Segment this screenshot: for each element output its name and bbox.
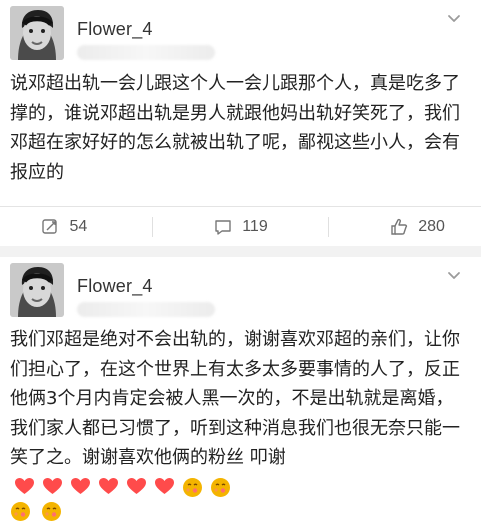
avatar[interactable]: [10, 263, 64, 317]
heart-icon: [70, 477, 91, 495]
heart-emoji-row: [14, 477, 231, 498]
kiss-face-icon: [182, 477, 203, 498]
like-button[interactable]: 280: [377, 217, 457, 237]
post-header: Flower_4: [10, 6, 471, 60]
username[interactable]: Flower_4: [77, 19, 153, 40]
kiss-face-icon: [210, 477, 231, 498]
chevron-down-icon[interactable]: [447, 269, 461, 283]
comment-count: 119: [242, 217, 268, 235]
chevron-down-icon[interactable]: [447, 12, 461, 26]
post-text: 我们邓超是绝对不会出轨的，谢谢喜欢邓超的亲们，让你们担心了，在这个世界上有太多太…: [10, 325, 469, 502]
username[interactable]: Flower_4: [77, 276, 153, 297]
blurred-meta: [77, 45, 215, 60]
kiss-emoji-row: [10, 501, 62, 522]
action-divider: [151, 216, 153, 237]
repost-icon: [40, 217, 60, 237]
kiss-face-icon: [10, 501, 31, 522]
avatar[interactable]: [10, 6, 64, 60]
post-card-2: Flower_4 我们邓超是绝对不会出轨的，谢谢喜欢邓超的亲们，让你们担心了，在…: [0, 257, 481, 531]
heart-icon: [126, 477, 147, 495]
post-text: 说邓超出轨一会儿跟这个人一会儿跟那个人，真是吃多了撑的，谁说邓超出轨是男人就跟他…: [10, 73, 460, 183]
blurred-meta: [77, 302, 215, 317]
thumbs-up-icon: [389, 217, 409, 237]
post-header: Flower_4: [10, 263, 471, 317]
repost-count: 54: [69, 217, 88, 235]
kiss-face-icon: [41, 501, 62, 522]
post-text-content: 我们邓超是绝对不会出轨的，谢谢喜欢邓超的亲们，让你们担心了，在这个世界上有太多太…: [10, 329, 460, 468]
heart-icon: [98, 477, 119, 495]
like-count: 280: [418, 217, 445, 235]
heart-icon: [14, 477, 35, 495]
post-action-bar: 54 119 280: [0, 206, 481, 246]
comment-icon: [213, 217, 233, 237]
action-divider: [328, 216, 330, 237]
heart-icon: [42, 477, 63, 495]
comment-button[interactable]: 119: [200, 217, 280, 237]
post-card-1: Flower_4 说邓超出轨一会儿跟这个人一会儿跟那个人，真是吃多了撑的，谁说邓…: [0, 0, 481, 246]
heart-icon: [154, 477, 175, 495]
weibo-feed: Flower_4 说邓超出轨一会儿跟这个人一会儿跟那个人，真是吃多了撑的，谁说邓…: [0, 0, 481, 531]
repost-button[interactable]: 54: [24, 217, 104, 237]
